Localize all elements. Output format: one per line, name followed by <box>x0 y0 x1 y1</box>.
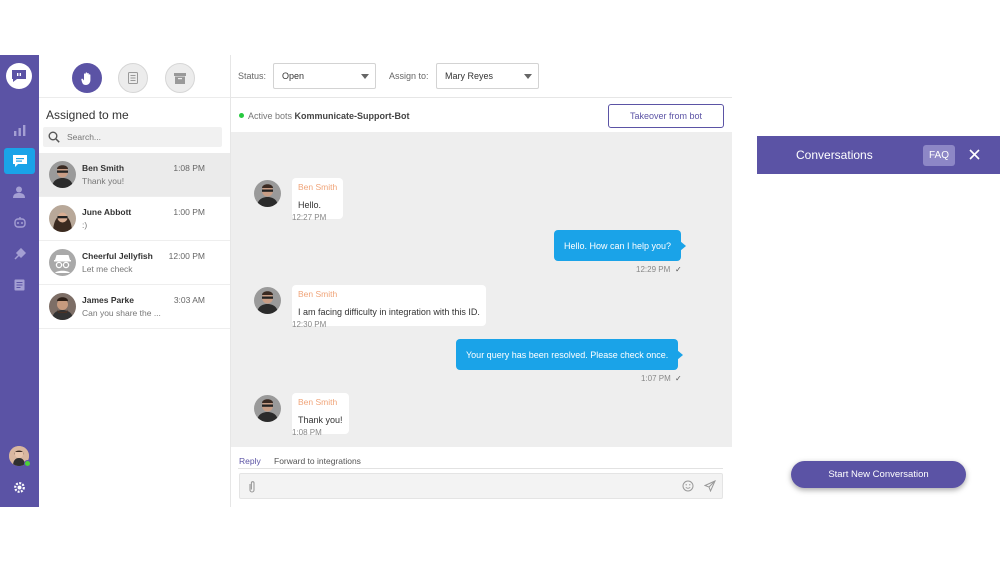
nav-users-icon[interactable] <box>0 179 39 205</box>
start-new-conversation-button[interactable]: Start New Conversation <box>791 461 966 488</box>
contact-name: June Abbott <box>82 207 132 217</box>
sender-name: Ben Smith <box>298 182 338 192</box>
contact-avatar <box>49 161 76 188</box>
outgoing-message: Hello. How can I help you? <box>554 230 687 261</box>
active-bots-text: Active bots Kommunicate-Support-Bot <box>248 111 410 121</box>
contact-name: Cheerful Jellyfish <box>82 251 153 261</box>
message-preview: Thank you! <box>82 176 125 186</box>
bot-name: Kommunicate-Support-Bot <box>294 111 410 121</box>
assignee-dropdown[interactable]: Mary Reyes <box>436 63 539 89</box>
widget-header: Conversations FAQ <box>757 136 1000 174</box>
search-box[interactable] <box>43 127 222 147</box>
contact-avatar <box>49 293 76 320</box>
assigned-hand-icon[interactable] <box>72 63 102 93</box>
message-text: Hello. <box>298 200 322 210</box>
message-preview: Let me check <box>82 264 133 274</box>
widget-title: Conversations <box>796 148 873 162</box>
attachment-icon[interactable] <box>248 480 256 493</box>
takeover-from-bot-button[interactable]: Takeover from bot <box>608 104 724 128</box>
nav-bots-icon[interactable] <box>0 210 39 236</box>
emoji-icon[interactable] <box>682 480 694 492</box>
reply-composer: Reply Forward to integrations <box>231 447 732 507</box>
status-dropdown[interactable]: Open <box>273 63 376 89</box>
active-bots-bar: Active bots Kommunicate-Support-Bot Take… <box>231 98 732 132</box>
app-logo-icon[interactable] <box>6 63 32 89</box>
sender-avatar <box>254 287 281 314</box>
assignee-value: Mary Reyes <box>445 71 494 81</box>
online-status-dot <box>24 460 31 467</box>
chevron-down-icon <box>361 74 369 79</box>
sender-avatar <box>254 180 281 207</box>
list-title: Assigned to me <box>46 108 129 122</box>
sender-avatar <box>254 395 281 422</box>
delivered-check-icon: ✓ <box>675 374 682 383</box>
assign-label: Assign to: <box>389 71 429 81</box>
all-conversations-icon[interactable] <box>118 63 148 93</box>
message-timestamp: 12:27 PM <box>292 213 327 222</box>
list-filter-bar <box>39 55 230 98</box>
close-icon[interactable] <box>969 149 980 160</box>
contact-name: Ben Smith <box>82 163 125 173</box>
settings-gear-icon[interactable] <box>0 474 39 500</box>
sender-name: Ben Smith <box>298 289 338 299</box>
nav-reports-icon[interactable] <box>0 117 39 143</box>
anonymous-avatar-icon <box>49 249 76 276</box>
message-preview: :) <box>82 220 88 230</box>
message-timestamp: 12:29 PM <box>636 265 671 274</box>
message-timestamp: 1:08 PM <box>292 428 322 437</box>
tab-divider <box>238 468 723 469</box>
conversation-toolbar: Status: Open Assign to: Mary Reyes <box>231 55 732 98</box>
status-label: Status: <box>238 71 267 81</box>
delivered-check-icon: ✓ <box>675 265 682 274</box>
conversation-item[interactable]: James Parke Can you share the ... 3:03 A… <box>39 285 230 329</box>
conversation-item[interactable]: June Abbott :) 1:00 PM <box>39 197 230 241</box>
conversation-list-panel: Assigned to me Ben Smith Thank you! 1:08… <box>39 55 231 507</box>
nav-docs-icon[interactable] <box>0 272 39 298</box>
message-timestamp: 12:30 PM <box>292 320 327 329</box>
message-thread: Ben Smith Hello. 12:27 PM Hello. How can… <box>231 132 732 447</box>
tab-forward-integrations[interactable]: Forward to integrations <box>274 456 361 466</box>
message-time: 12:00 PM <box>168 251 205 261</box>
search-input[interactable] <box>67 129 217 145</box>
reply-input[interactable] <box>239 473 723 499</box>
outgoing-message: Your query has been resolved. Please che… <box>456 339 684 370</box>
send-icon[interactable] <box>704 480 716 492</box>
active-bots-label: Active bots <box>248 111 293 121</box>
message-timestamp: 1:07 PM <box>641 374 671 383</box>
message-time: 1:08 PM <box>173 163 205 173</box>
conversation-item[interactable]: Ben Smith Thank you! 1:08 PM <box>39 153 230 197</box>
closed-archive-icon[interactable] <box>165 63 195 93</box>
chevron-down-icon <box>524 74 532 79</box>
message-preview: Can you share the ... <box>82 308 161 318</box>
bot-active-dot <box>239 113 244 118</box>
search-icon <box>48 131 60 143</box>
contact-avatar <box>49 205 76 232</box>
status-value: Open <box>282 71 305 81</box>
nav-integrations-icon[interactable] <box>0 241 39 267</box>
nav-conversations-icon[interactable] <box>4 148 35 174</box>
faq-button[interactable]: FAQ <box>923 145 955 166</box>
message-text: I am facing difficulty in integration wi… <box>298 307 480 317</box>
left-nav-rail <box>0 55 39 507</box>
message-time: 1:00 PM <box>173 207 205 217</box>
conversation-item[interactable]: Cheerful Jellyfish Let me check 12:00 PM <box>39 241 230 285</box>
contact-name: James Parke <box>82 295 134 305</box>
sender-name: Ben Smith <box>298 397 338 407</box>
message-text: Thank you! <box>298 415 343 425</box>
message-time: 3:03 AM <box>173 295 205 305</box>
